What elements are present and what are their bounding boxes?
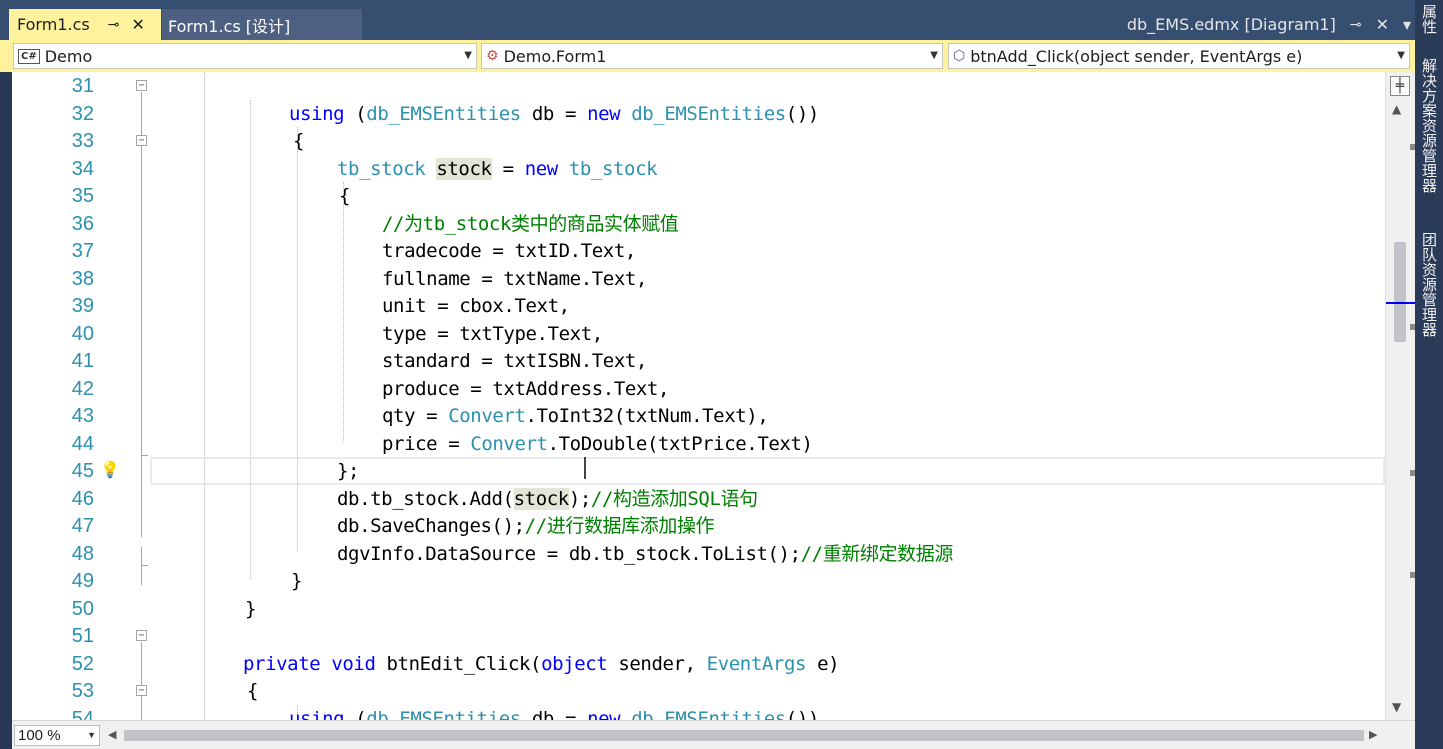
class-icon: ⚙ bbox=[486, 48, 499, 64]
code-line: db.SaveChanges();//进行数据库添加操作 bbox=[337, 515, 715, 537]
code-line: } bbox=[291, 570, 303, 592]
code-line-current: db.tb_stock.Add(stock);//构造添加SQL语句 bbox=[337, 487, 758, 510]
code-line: produce = txtAddress.Text, bbox=[382, 377, 670, 400]
class-name: Demo.Form1 bbox=[503, 46, 607, 66]
scroll-left-icon[interactable]: ◀ bbox=[108, 728, 116, 741]
side-tool-window-strip: 属性 解决方案资源管理器 团队资源管理器 bbox=[1415, 0, 1443, 749]
tab-label: Form1.cs bbox=[17, 15, 90, 34]
code-line: using (db_EMSEntities db = new db_EMSEnt… bbox=[289, 707, 819, 721]
project-name: Demo bbox=[44, 46, 93, 66]
text-caret bbox=[584, 457, 586, 479]
chevron-down-icon: ▼ bbox=[1397, 50, 1405, 61]
tab-label: db_EMS.edmx [Diagram1] bbox=[1126, 15, 1336, 34]
side-tab-team-explorer[interactable]: 团队资源管理器 bbox=[1419, 232, 1439, 337]
chevron-down-icon: ▼ bbox=[87, 730, 96, 740]
code-line: tradecode = txtID.Text, bbox=[382, 240, 636, 262]
code-line: { bbox=[12, 706, 1385, 721]
tab-form1-cs[interactable]: Form1.cs ⊸ ✕ bbox=[9, 9, 161, 40]
csharp-project-icon: C# bbox=[18, 48, 40, 64]
vertical-scrollbar[interactable]: ╪ ▲ ▼ bbox=[1385, 72, 1416, 720]
code-line: standard = txtISBN.Text, bbox=[382, 350, 647, 372]
code-line: qty = Convert.ToInt32(txtNum.Text), bbox=[382, 405, 769, 427]
member-dropdown[interactable]: ⬡ btnAdd_Click(object sender, EventArgs … bbox=[948, 43, 1410, 69]
side-tab-properties[interactable]: 属性 bbox=[1419, 4, 1439, 34]
code-line: //为tb_stock类中的商品实体赋值 bbox=[382, 212, 679, 235]
scrollbar-thumb[interactable] bbox=[1394, 242, 1406, 342]
caret-position-marker bbox=[1386, 302, 1416, 304]
pin-icon[interactable]: ⊸ bbox=[108, 17, 120, 33]
preview-tab-edmx[interactable]: db_EMS.edmx [Diagram1] ⊸ ✕ ▾ bbox=[1127, 9, 1411, 40]
code-line: unit = cbox.Text, bbox=[382, 295, 570, 317]
code-line: } bbox=[245, 597, 257, 620]
close-icon[interactable]: ✕ bbox=[131, 15, 144, 34]
code-line: fullname = txtName.Text, bbox=[382, 267, 647, 290]
code-line: { bbox=[293, 130, 305, 152]
method-icon: ⬡ bbox=[953, 48, 966, 64]
code-line: type = txtType.Text, bbox=[382, 322, 603, 345]
class-dropdown[interactable]: ⚙ Demo.Form1 ▼ bbox=[481, 43, 943, 69]
project-dropdown[interactable]: C# Demo ▼ bbox=[13, 43, 477, 69]
chevron-down-icon: ▼ bbox=[464, 50, 472, 61]
tab-form1-designer[interactable]: Form1.cs [设计] bbox=[162, 9, 362, 40]
code-line: price = Convert.ToDouble(txtPrice.Text) bbox=[382, 432, 813, 455]
code-line: tb_stock stock = new tb_stock bbox=[337, 157, 658, 180]
tab-dropdown-icon[interactable]: ▾ bbox=[1403, 15, 1411, 34]
split-window-icon[interactable]: ╪ bbox=[1390, 76, 1410, 96]
pin-icon[interactable]: ⊸ bbox=[1350, 17, 1362, 33]
code-line: private void btnEdit_Click(object sender… bbox=[243, 652, 840, 675]
code-line: using (db_EMSEntities db = new db_EMSEnt… bbox=[289, 102, 819, 125]
navigation-bar: C# Demo ▼ ⚙ Demo.Form1 ▼ ⬡ btnAdd_Click(… bbox=[0, 40, 1415, 72]
side-tab-solution-explorer[interactable]: 解决方案资源管理器 bbox=[1419, 58, 1439, 193]
document-tab-bar: Form1.cs ⊸ ✕ Form1.cs [设计] db_EMS.edmx [… bbox=[0, 0, 1415, 40]
chevron-down-icon: ▼ bbox=[930, 50, 938, 61]
code-line: { bbox=[247, 680, 259, 702]
scroll-down-icon[interactable]: ▼ bbox=[1392, 700, 1401, 714]
collapse-toggle[interactable]: − bbox=[136, 135, 147, 146]
tab-label: Form1.cs [设计] bbox=[168, 16, 291, 36]
editor-bottom-bar: 100 % ▼ ◀ ▶ bbox=[12, 720, 1415, 749]
collapse-toggle[interactable]: − bbox=[136, 685, 147, 696]
close-icon[interactable]: ✕ bbox=[1376, 15, 1389, 34]
scroll-up-icon[interactable]: ▲ bbox=[1392, 102, 1401, 116]
lightbulb-icon[interactable]: 💡 bbox=[100, 460, 120, 479]
zoom-dropdown[interactable]: 100 % ▼ bbox=[14, 725, 100, 746]
code-line: { bbox=[339, 185, 351, 207]
zoom-value: 100 % bbox=[18, 727, 61, 744]
code-line: }; bbox=[337, 460, 360, 482]
member-name: btnAdd_Click(object sender, EventArgs e) bbox=[970, 46, 1303, 66]
code-line: dgvInfo.DataSource = db.tb_stock.ToList(… bbox=[337, 542, 953, 565]
scroll-right-icon[interactable]: ▶ bbox=[1369, 728, 1377, 741]
horizontal-scrollbar-thumb[interactable] bbox=[124, 730, 1364, 741]
code-editor[interactable]: − − − − 31 32 33 34 35 36 37 38 39 40 41… bbox=[12, 72, 1385, 720]
